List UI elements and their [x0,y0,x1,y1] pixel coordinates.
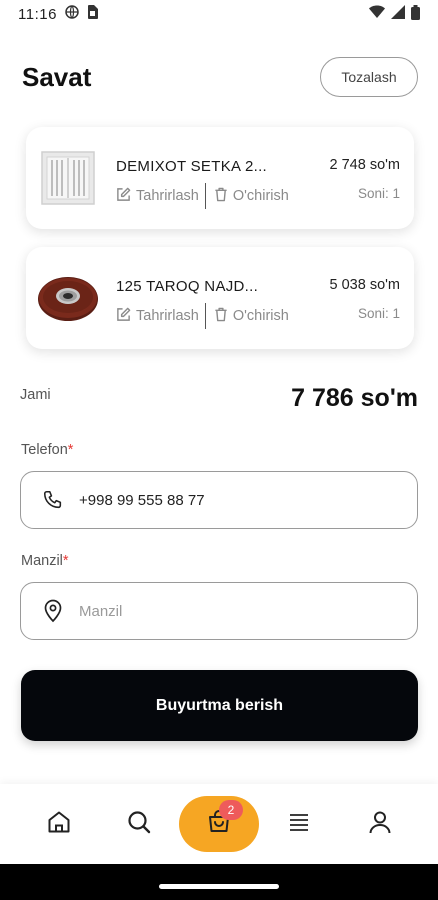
nav-cart[interactable]: 2 [179,796,259,852]
item-actions: Tahrirlash O'chirish [116,303,289,329]
home-gesture-bar[interactable] [159,884,279,889]
edit-label: Tahrirlash [136,308,199,324]
product-image [36,147,100,209]
clear-cart-button[interactable]: Tozalash [320,57,418,97]
nav-search[interactable] [117,802,161,846]
cart-count-badge: 2 [219,800,243,820]
item-quantity: Soni: 1 [357,306,400,321]
item-price: 2 748 so'm [329,157,400,173]
menu-icon [287,810,311,839]
bottom-nav: 2 [0,784,438,864]
total-label: Jami [20,387,51,403]
page-header: Savat Tozalash [22,56,418,98]
vpn-globe-icon [65,5,79,23]
phone-icon [41,488,65,512]
delete-item-button[interactable]: O'chirish [214,307,289,326]
address-field[interactable] [20,582,418,640]
phone-label-text: Telefon [21,442,68,458]
nav-home[interactable] [37,802,81,846]
total-value: 7 786 so'm [291,383,418,412]
delete-label: O'chirish [232,188,289,204]
product-image [36,267,100,329]
nav-profile[interactable] [358,802,402,846]
item-actions: Tahrirlash O'chirish [116,183,289,209]
location-pin-icon [41,599,65,623]
status-bar: 11:16 [0,0,438,28]
address-label-text: Manzil [21,553,63,569]
system-navigation-bar [0,864,438,900]
page-title: Savat [22,61,92,92]
edit-label: Tahrirlash [136,188,199,204]
item-name: 125 TAROQ NAJD... [116,278,259,295]
trash-icon [214,187,228,206]
edit-item-button[interactable]: Tahrirlash [116,187,199,206]
divider [204,183,206,209]
edit-item-button[interactable]: Tahrirlash [116,307,199,326]
edit-icon [116,187,131,206]
delete-label: O'chirish [232,308,289,324]
profile-icon [367,809,393,840]
phone-input[interactable] [79,491,379,509]
item-price: 5 038 so'm [329,277,400,293]
total-row: Jami 7 786 so'm [20,380,418,416]
divider [204,303,206,329]
battery-icon [411,4,420,24]
required-mark: * [62,553,69,569]
home-icon [46,809,72,840]
item-quantity: Soni: 1 [357,186,400,201]
cart-item[interactable]: DEMIXOT SETKA 2... 2 748 so'm Tahrirlash… [26,127,414,229]
delete-item-button[interactable]: O'chirish [214,187,289,206]
phone-field[interactable] [20,471,418,529]
phone-label: Telefon* [21,442,73,458]
search-icon [126,809,152,840]
address-input[interactable] [79,602,379,620]
address-label: Manzil* [21,553,69,569]
place-order-button[interactable]: Buyurtma berish [21,670,418,741]
cart-item[interactable]: 125 TAROQ NAJD... 5 038 so'm Tahrirlash … [26,247,414,349]
nav-menu[interactable] [277,802,321,846]
status-time: 11:16 [18,5,57,23]
sim-card-icon [87,5,98,23]
required-mark: * [67,442,74,458]
trash-icon [214,307,228,326]
item-name: DEMIXOT SETKA 2... [116,158,267,175]
wifi-icon [369,5,385,23]
edit-icon [116,307,131,326]
signal-icon [391,5,405,23]
